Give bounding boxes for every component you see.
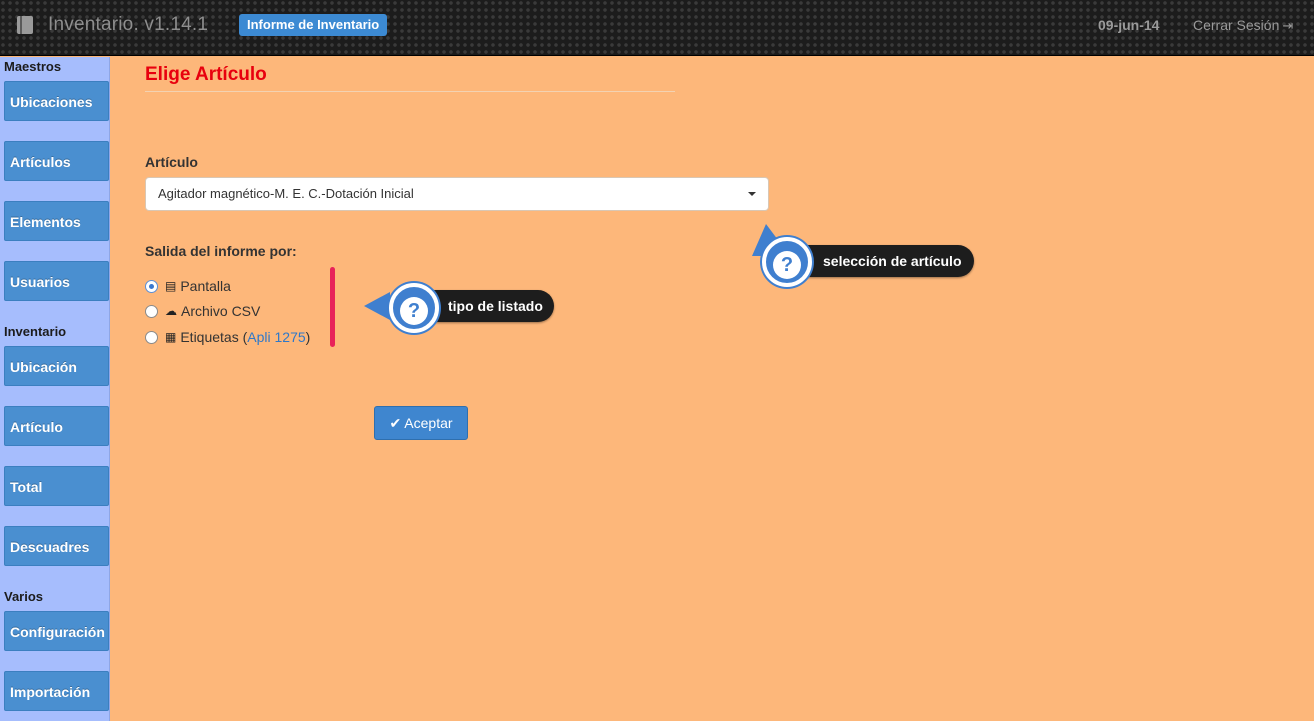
- logout-link[interactable]: Cerrar Sesión ⇥: [1193, 17, 1293, 34]
- option-label-pantalla: Pantalla: [180, 278, 231, 294]
- page-badge: Informe de Inventario: [239, 14, 388, 36]
- accept-button[interactable]: ✔ Aceptar: [374, 406, 468, 440]
- output-option-pantalla[interactable]: ▤ Pantalla: [145, 277, 231, 295]
- help-tooltip-articulo: selección de artículo: [790, 245, 974, 277]
- output-label: Salida del informe por:: [145, 243, 297, 259]
- help-pointer-listado: [364, 292, 390, 320]
- question-icon: ?: [773, 251, 801, 279]
- article-select[interactable]: Agitador magnético-M. E. C.-Dotación Ini…: [145, 177, 769, 211]
- top-navbar: Inventario. v1.14.1 Informe de Inventari…: [0, 0, 1314, 56]
- sidebar-section-maestros: Maestros: [4, 59, 62, 74]
- title-divider: [145, 91, 675, 92]
- sidebar-item-importacion[interactable]: Importación: [4, 671, 109, 711]
- sidebar-item-descuadres[interactable]: Descuadres: [4, 526, 109, 566]
- logout-label: Cerrar Sesión: [1193, 17, 1280, 33]
- article-select-value: Agitador magnético-M. E. C.-Dotación Ini…: [158, 186, 414, 201]
- option-label-csv: Archivo CSV: [181, 303, 261, 319]
- sidebar-section-varios: Varios: [4, 589, 44, 604]
- book-icon: [17, 16, 33, 34]
- help-button-articulo[interactable]: ?: [762, 237, 812, 287]
- article-label: Artículo: [145, 154, 198, 170]
- highlight-bar: [330, 267, 335, 347]
- app-title[interactable]: Inventario. v1.14.1: [48, 14, 208, 36]
- sidebar-item-ubicaciones[interactable]: Ubicaciones: [4, 81, 109, 121]
- sidebar-item-usuarios[interactable]: Usuarios: [4, 261, 109, 301]
- option-suffix-etiquetas: ): [305, 329, 311, 345]
- radio-csv[interactable]: [145, 304, 158, 318]
- check-icon: ✔: [389, 415, 402, 431]
- qrcode-icon: ▦: [165, 330, 177, 344]
- sidebar-item-ubicacion[interactable]: Ubicación: [4, 346, 109, 386]
- help-tooltip-articulo-text: selección de artículo: [823, 253, 962, 269]
- help-button-listado[interactable]: ?: [389, 283, 439, 333]
- radio-pantalla[interactable]: [145, 279, 158, 293]
- option-label-etiquetas: Etiquetas (: [180, 329, 248, 345]
- radio-etiquetas[interactable]: [145, 330, 158, 344]
- sign-out-icon: ⇥: [1282, 18, 1294, 33]
- sidebar-item-elementos[interactable]: Elementos: [4, 201, 109, 241]
- cloud-download-icon: ☁: [165, 304, 177, 318]
- sidebar-item-articulos[interactable]: Artículos: [4, 141, 109, 181]
- apli-link[interactable]: Apli 1275: [247, 329, 305, 345]
- output-option-etiquetas[interactable]: ▦ Etiquetas (Apli 1275): [145, 328, 310, 346]
- output-option-csv[interactable]: ☁ Archivo CSV: [145, 302, 260, 320]
- sidebar-item-configuracion[interactable]: Configuración: [4, 611, 109, 651]
- question-icon: ?: [400, 297, 428, 325]
- accept-label: Aceptar: [404, 415, 453, 431]
- sidebar: Maestros Ubicaciones Artículos Elementos…: [0, 57, 110, 721]
- sidebar-item-total[interactable]: Total: [4, 466, 109, 506]
- current-date: 09-jun-14: [1098, 17, 1160, 33]
- sidebar-section-inventario: Inventario: [4, 324, 67, 339]
- chevron-down-icon: [748, 192, 756, 196]
- page-title: Elige Artículo: [145, 64, 267, 85]
- help-tooltip-listado-text: tipo de listado: [448, 298, 543, 314]
- sidebar-item-articulo[interactable]: Artículo: [4, 406, 109, 446]
- list-icon: ▤: [165, 279, 177, 293]
